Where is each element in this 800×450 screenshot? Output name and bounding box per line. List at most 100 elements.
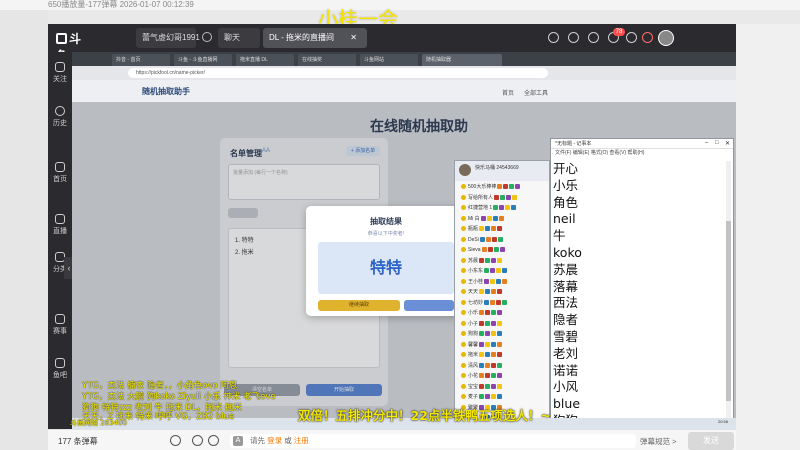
chat-member-name: 瓶瓶 xyxy=(468,226,479,232)
tv-icon xyxy=(55,214,65,224)
taskbar-clock: 20:58 xyxy=(717,419,728,424)
chat-header: 快乐马桶 24543669 xyxy=(455,161,549,181)
notepad-line: 小风 xyxy=(553,379,579,395)
browser-tab: 斗鱼 - 斗鱼直播网 xyxy=(174,54,232,66)
chat-member-name: 宝宝 xyxy=(468,383,479,390)
chat-member-name: Mi 白 xyxy=(468,215,480,222)
medal-icon xyxy=(491,362,497,368)
status-dot-icon xyxy=(461,341,466,347)
sidebar-item-live[interactable]: 直播 xyxy=(48,214,72,236)
sidebar-item-fishbar[interactable]: 鱼吧 xyxy=(48,358,72,380)
chat-bubble-icon[interactable] xyxy=(202,32,212,42)
danmaku-toggle-icon[interactable] xyxy=(170,435,181,446)
sidebar-item-history[interactable]: 历史 xyxy=(48,106,72,128)
gift-icon[interactable] xyxy=(642,32,653,43)
medal-icon xyxy=(497,236,503,242)
medal-icon xyxy=(479,289,485,294)
medal-icon xyxy=(491,257,497,263)
font-icon[interactable]: A xyxy=(233,436,243,446)
chat-member-row: 王小桂 xyxy=(461,278,508,286)
notepad-line: neil xyxy=(553,211,576,227)
sidebar-label: 首页 xyxy=(53,176,67,183)
medal-icon xyxy=(497,310,503,315)
medal-icon xyxy=(479,331,485,336)
medal-icon xyxy=(498,215,504,221)
tab-streamer-label: 蕾气虚幻哥1991 xyxy=(142,33,200,42)
notepad-line: 开心 xyxy=(553,161,579,176)
medal-icon xyxy=(484,299,490,305)
tab-chat[interactable]: 聊天 xyxy=(218,28,260,48)
page-left-background xyxy=(0,10,48,450)
close-icon[interactable]: ✕ xyxy=(350,33,357,42)
chat-member-name: 红捷营地 1 xyxy=(468,205,493,211)
medal-icon xyxy=(497,331,503,336)
video-info-line: 650播放量-177弹幕 2026-01-07 00:12:39 xyxy=(0,0,800,10)
medal-icon xyxy=(491,352,497,357)
trophy-icon xyxy=(55,314,65,324)
url-field: https://pickfool.cn/name-picker/ xyxy=(128,68,548,78)
chat-member-name: 馨馨 xyxy=(468,341,479,348)
emoji-icon[interactable] xyxy=(208,435,219,446)
heart-icon xyxy=(55,62,65,72)
medal-icon xyxy=(497,362,503,368)
medal-icon xyxy=(486,215,492,221)
sidebar-label: 鱼吧 xyxy=(53,372,67,379)
tab-live-room[interactable]: DL - 拖米的直播间 ✕ xyxy=(263,28,367,48)
danmaku-count: 177 条弹幕 xyxy=(58,437,98,446)
scroll-thumb xyxy=(726,221,731,401)
status-dot-icon xyxy=(461,278,466,284)
notepad-line: 老刘 xyxy=(553,345,579,361)
gear-icon[interactable] xyxy=(626,32,637,43)
send-button[interactable]: 发送 xyxy=(688,432,734,450)
web-nav-home: 首页 xyxy=(502,91,515,97)
medal-icon xyxy=(485,236,491,242)
browser-tab-active: 随机抽取器 xyxy=(422,54,502,66)
medal-icon xyxy=(491,341,497,347)
chat-member-row: 七坊妙 xyxy=(461,299,508,307)
video-info-text: 650播放量-177弹幕 2026-01-07 00:12:39 xyxy=(48,0,194,9)
login-link[interactable]: 登录 xyxy=(267,436,282,445)
web-header: 随机抽取助手 首页 全部工具 xyxy=(72,80,736,102)
notepad-line: koko xyxy=(553,244,582,260)
modal-secondary-button xyxy=(404,300,454,311)
medal-icon xyxy=(496,268,502,273)
douyu-logo[interactable]: 斗鱼 xyxy=(56,30,92,63)
chat-member-row: 小子 xyxy=(461,320,503,328)
heart-icon[interactable] xyxy=(568,32,579,43)
browser-tab: 斗鱼网站 xyxy=(360,54,418,66)
web-nav-tools: 全部工具 xyxy=(524,91,549,97)
medal-icon xyxy=(479,226,485,231)
medal-icon xyxy=(491,331,497,336)
message-icon[interactable] xyxy=(588,32,599,43)
medal-icon xyxy=(503,184,509,189)
notepad-line: 落幕 xyxy=(553,278,579,294)
sidebar-item-esports[interactable]: 赛事 xyxy=(48,314,72,336)
search-icon[interactable] xyxy=(548,32,559,43)
register-link[interactable]: 注册 xyxy=(294,436,309,445)
danmaku-rules-link[interactable]: 弹幕规范 > xyxy=(640,436,676,447)
medal-icon xyxy=(491,310,497,315)
avatar[interactable] xyxy=(658,30,674,46)
notepad-line: 苏晨 xyxy=(553,261,579,277)
sidebar-item-follow[interactable]: 关注 xyxy=(48,62,72,84)
medal-icon xyxy=(479,362,485,368)
chat-member-row: DeSi xyxy=(461,236,503,244)
tab-streamer[interactable]: 蕾气虚幻哥1991 xyxy=(136,28,200,48)
status-dot-icon xyxy=(461,205,466,210)
medal-icon xyxy=(497,341,503,347)
medal-icon xyxy=(485,341,491,347)
chat-avatar xyxy=(459,164,471,176)
chat-member-row: 天天 xyxy=(461,288,503,296)
status-dot-icon xyxy=(461,257,466,263)
danmaku-input[interactable]: A 请先 登录 或 注册 xyxy=(230,434,636,448)
danmaku-settings-icon[interactable] xyxy=(192,435,203,446)
medal-icon xyxy=(497,184,503,189)
chat-member-name: 苏晨 xyxy=(468,257,479,264)
chat-member-name: 清风 xyxy=(468,362,479,369)
status-dot-icon xyxy=(461,299,466,305)
medal-icon xyxy=(497,289,503,294)
sidebar-item-home[interactable]: 首页 xyxy=(48,162,72,184)
medal-icon xyxy=(485,394,491,399)
input-prefix: 请先 xyxy=(250,436,265,445)
logo-icon xyxy=(56,33,67,44)
